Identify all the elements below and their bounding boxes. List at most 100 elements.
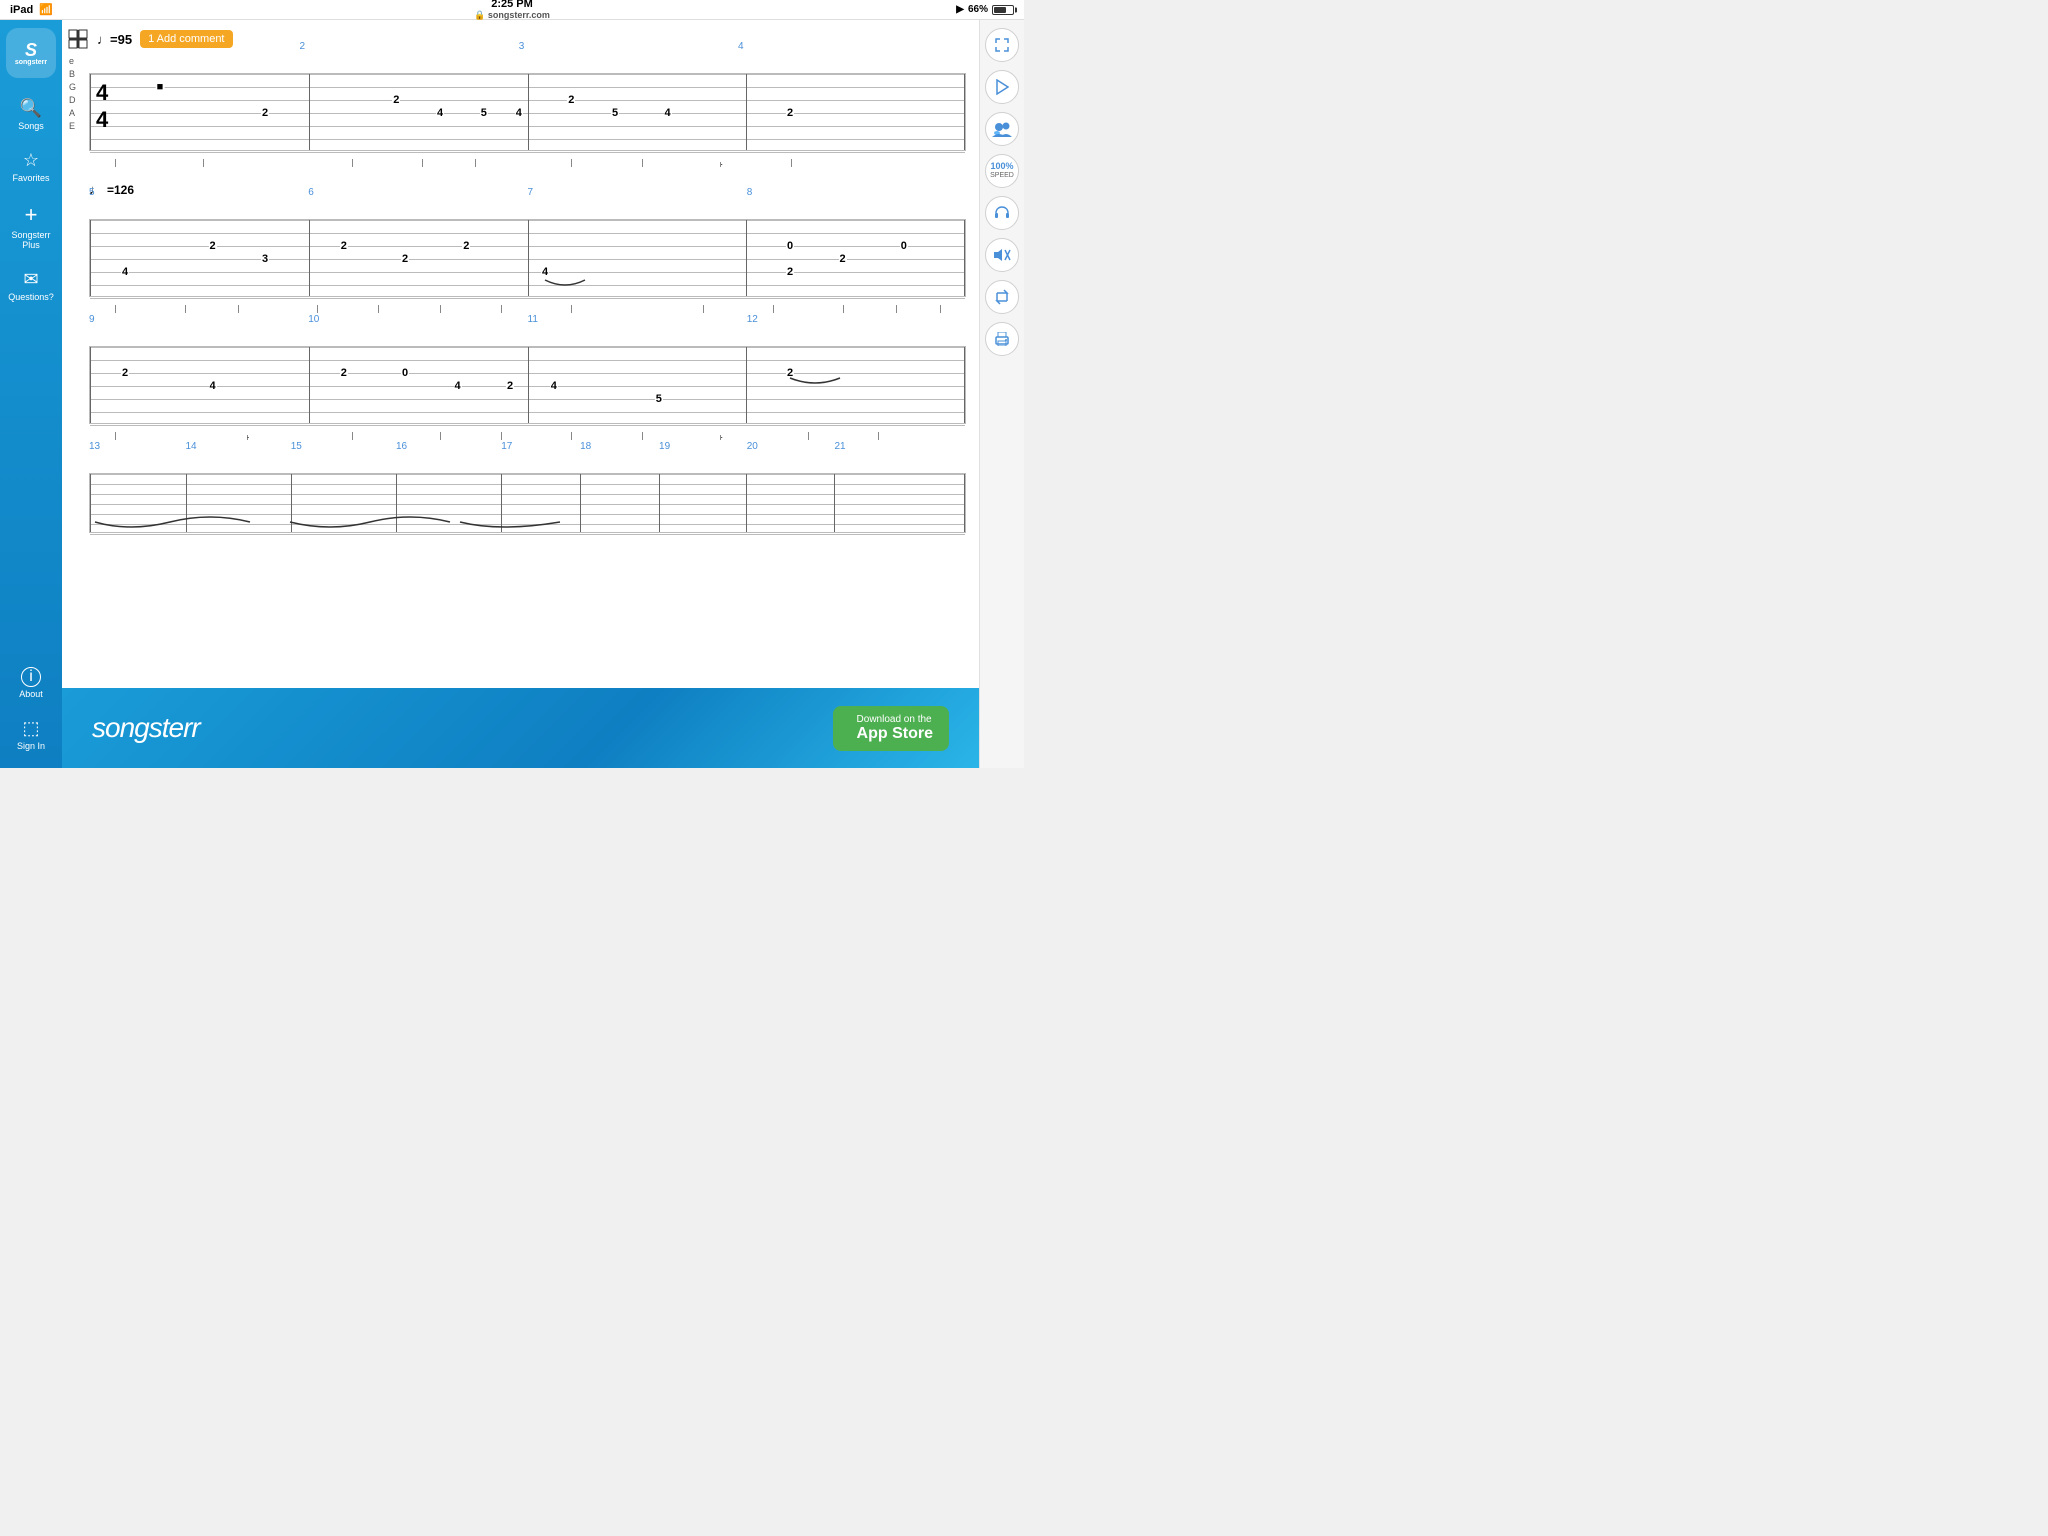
measure-15: 15	[291, 441, 302, 452]
location-icon: ▶	[956, 4, 964, 15]
sidebar-label-favorites: Favorites	[12, 174, 49, 184]
note-s1-7: 2	[567, 94, 575, 107]
sidebar-item-questions[interactable]: ✉ Questions?	[0, 261, 62, 311]
note-s1-10: 2	[786, 107, 794, 120]
battery-label: 66%	[968, 4, 988, 15]
tab-section-2: ♩ =126 5 6 7 8	[62, 182, 979, 313]
note-s2-4: 2	[340, 240, 348, 253]
wifi-icon: 📶	[39, 3, 53, 16]
measure-num-3: 3	[519, 41, 525, 52]
loop-button[interactable]	[985, 280, 1019, 314]
print-button[interactable]	[985, 322, 1019, 356]
measure-6: 6	[308, 187, 314, 198]
sidebar-label-songs: Songs	[18, 122, 44, 132]
note-s2-3: 3	[261, 253, 269, 266]
measure-11: 11	[528, 314, 538, 325]
measure-17: 17	[501, 441, 512, 452]
note-s2-10: 2	[786, 266, 794, 279]
status-bar: iPad 📶 2:25 PM 🔒 songsterr.com ▶ 66%	[0, 0, 1024, 20]
sidebar-item-favorites[interactable]: ☆ Favorites	[0, 142, 62, 192]
sidebar-item-about[interactable]: i About	[0, 659, 62, 708]
note-s2-6: 2	[462, 240, 470, 253]
plus-icon: +	[25, 202, 38, 228]
loop-icon	[994, 289, 1010, 305]
speed-button[interactable]: 100% SPEED	[985, 154, 1019, 188]
app-logo[interactable]: S songsterr	[6, 28, 56, 78]
mute-button[interactable]	[985, 238, 1019, 272]
measure-19: 19	[659, 441, 670, 452]
play-icon	[995, 79, 1009, 95]
ipad-label: iPad	[10, 4, 33, 16]
play-button[interactable]	[985, 70, 1019, 104]
sidebar-label-questions: Questions?	[8, 293, 54, 303]
measure-9: 9	[89, 314, 95, 325]
tab-section-4: 13 14 15 16 17 18 19 20 21	[62, 455, 979, 533]
time-sig-bottom: 4	[96, 109, 108, 131]
tie-curve-2	[790, 373, 948, 388]
tab-grid-3: 2 4 2 0 4 2 4 5 2	[89, 346, 966, 424]
sidebar: S songsterr 🔍 Songs ☆ Favorites + Songst…	[0, 20, 62, 768]
note-s2-1: 4	[121, 266, 129, 279]
fullscreen-icon	[994, 37, 1010, 53]
note-s1-8: 5	[611, 107, 619, 120]
sidebar-item-songs[interactable]: 🔍 Songs	[0, 90, 62, 140]
sidebar-label-about: About	[19, 690, 43, 700]
note-s2-2: 2	[208, 240, 216, 253]
note-s3-2: 4	[208, 380, 216, 393]
note-s2-9: 2	[838, 253, 846, 266]
note-s1-9: 4	[663, 107, 671, 120]
string-labels-1: e B G D A E	[69, 55, 76, 133]
note-s3-4: 0	[401, 367, 409, 380]
app-store-button[interactable]: Download on the App Store	[833, 706, 949, 751]
ad-logo: songsterr	[92, 712, 200, 744]
community-icon	[992, 121, 1012, 137]
speed-control[interactable]: 100% SPEED	[985, 154, 1019, 188]
community-button[interactable]	[985, 112, 1019, 146]
sidebar-item-plus[interactable]: + SongsterrPlus	[0, 194, 62, 259]
app-store-label-large: App Store	[857, 725, 933, 743]
tab-section-3: 9 10 11 12	[62, 328, 979, 440]
battery-indicator	[992, 5, 1014, 15]
add-comment-button[interactable]: 1 Add comment	[140, 30, 232, 48]
measure-7: 7	[528, 187, 534, 198]
measure-num-2: 2	[299, 41, 305, 52]
headphone-icon	[994, 205, 1010, 221]
measure-num-4: 4	[738, 41, 744, 52]
section4-waves	[90, 512, 965, 534]
ad-banner[interactable]: songsterr Download on the App Store	[62, 688, 979, 768]
measure-10: 10	[308, 314, 319, 325]
beat-row-1: .	[89, 153, 966, 167]
content-area[interactable]: ♩=95 1 Add comment 2 3 4 e B G	[62, 20, 979, 768]
tab-section-1: 2 3 4 e B G D A E	[62, 55, 979, 167]
beat-row-3: . .	[89, 426, 966, 440]
main-layout: S songsterr 🔍 Songs ☆ Favorites + Songst…	[0, 20, 1024, 768]
note-s1-1: ■	[156, 81, 165, 94]
print-icon	[994, 332, 1010, 346]
time-sig-top: 4	[96, 82, 108, 104]
note-s3-7: 4	[550, 380, 558, 393]
note-s2-11: 0	[900, 240, 908, 253]
measure-12: 12	[747, 314, 758, 325]
star-icon: ☆	[23, 150, 39, 171]
measure-14: 14	[185, 441, 196, 452]
tempo-display: ♩=95	[97, 32, 132, 47]
tab-grid-4	[89, 473, 966, 533]
note-s2-8: 0	[786, 240, 794, 253]
beat-row-2	[89, 299, 966, 313]
fullscreen-button[interactable]	[985, 28, 1019, 62]
measure-8: 8	[747, 187, 753, 198]
tie-curve-1	[545, 275, 676, 290]
measure-20: 20	[747, 441, 758, 452]
note-s1-4: 4	[436, 107, 444, 120]
note-s1-3: 2	[392, 94, 400, 107]
sidebar-item-signin[interactable]: ⬚ Sign In	[0, 710, 62, 760]
split-view-icon[interactable]	[67, 28, 89, 50]
time-display: 2:25 PM	[474, 0, 550, 10]
audio-button[interactable]	[985, 196, 1019, 230]
note-s1-5: 5	[480, 107, 488, 120]
measure-18: 18	[580, 441, 591, 452]
measure-16: 16	[396, 441, 407, 452]
sidebar-label-plus: SongsterrPlus	[11, 231, 50, 251]
tab-grid-1: 4 4 ■ 2 2 4 5 4 2 5 4	[89, 73, 966, 151]
search-icon: 🔍	[20, 98, 42, 119]
